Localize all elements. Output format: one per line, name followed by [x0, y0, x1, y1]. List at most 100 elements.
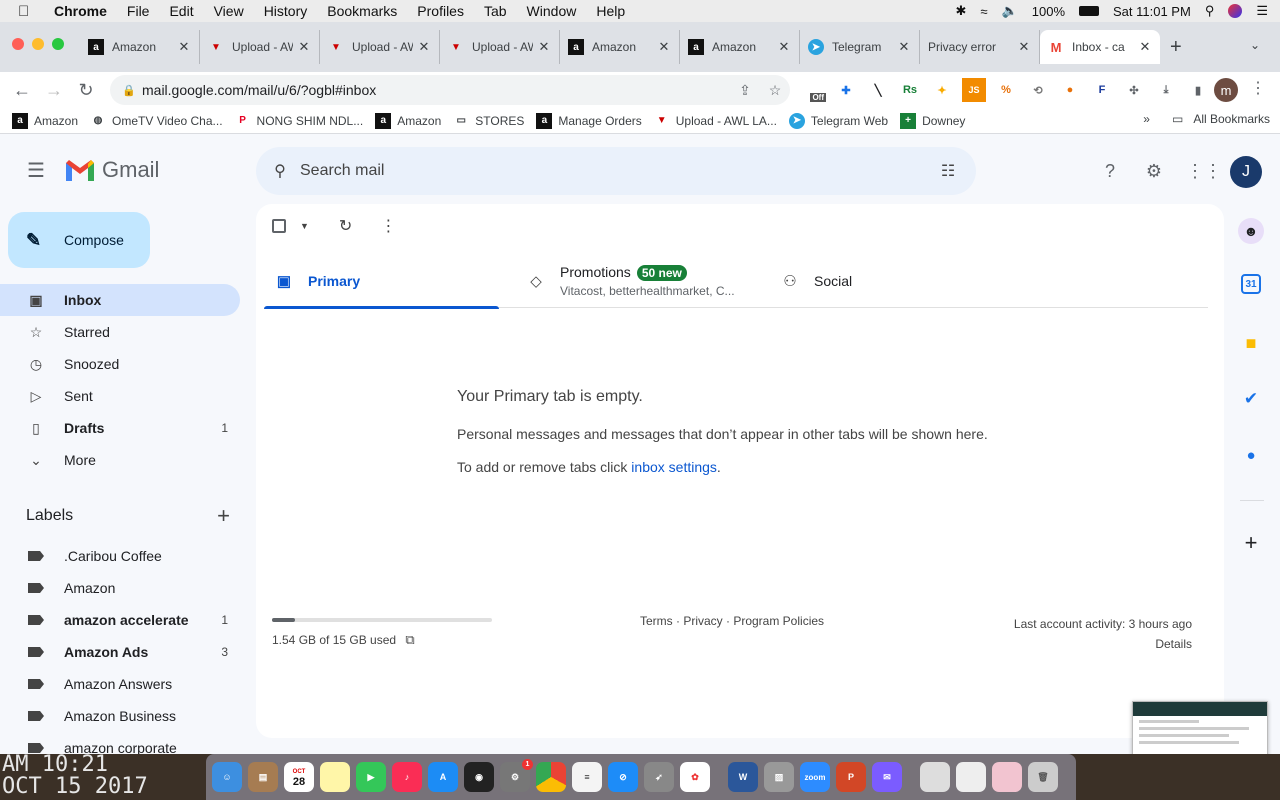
browser-tab[interactable]: ▼ Upload - AWL ✕	[440, 30, 560, 64]
all-bookmarks-folder-icon[interactable]: ▭	[1172, 112, 1183, 126]
word-icon[interactable]: W	[728, 762, 758, 792]
select-options-chevron-icon[interactable]: ▼	[300, 221, 309, 231]
inbox-settings-link[interactable]: inbox settings	[631, 459, 717, 475]
menu-app-name[interactable]: Chrome	[54, 3, 107, 19]
search-bar[interactable]: ⚲ Search mail ☷	[256, 147, 976, 195]
menu-help[interactable]: Help	[596, 3, 625, 19]
account-avatar[interactable]: J	[1230, 156, 1262, 188]
finder-icon[interactable]: ☺	[212, 762, 242, 792]
add-label-icon[interactable]: +	[217, 503, 230, 529]
nav-snoozed[interactable]: ◷ Snoozed	[0, 348, 240, 380]
bookmark-item[interactable]: a Amazon	[375, 112, 441, 129]
all-bookmarks-link[interactable]: All Bookmarks	[1193, 112, 1270, 126]
compose-button[interactable]: ✎ Compose	[8, 212, 150, 268]
browser-tab[interactable]: Privacy error ✕	[920, 30, 1040, 64]
close-tab-icon[interactable]: ✕	[417, 39, 431, 55]
download-icon[interactable]: ⤓	[1154, 78, 1178, 102]
extensions-puzzle-icon[interactable]: ✣	[1122, 78, 1146, 102]
maximize-window-button[interactable]	[52, 38, 64, 50]
search-input[interactable]: Search mail	[300, 162, 936, 180]
facetime-icon[interactable]: ▶	[356, 762, 386, 792]
label-item[interactable]: Amazon Answers	[0, 668, 240, 700]
share-icon[interactable]: ⇪	[730, 82, 760, 99]
nav-inbox[interactable]: ▣ Inbox	[0, 284, 240, 316]
close-window-button[interactable]	[12, 38, 24, 50]
wifi-icon[interactable]: ≈	[980, 4, 987, 19]
menu-profiles[interactable]: Profiles	[417, 3, 464, 19]
spotlight-icon[interactable]: ⚲	[1205, 3, 1215, 19]
extension-f-icon[interactable]: F	[1090, 78, 1114, 102]
label-item[interactable]: .Caribou Coffee	[0, 540, 240, 572]
extension-circle-icon[interactable]: ●	[1058, 78, 1082, 102]
bookmark-item[interactable]: a Amazon	[12, 112, 78, 129]
tab-search-icon[interactable]: ⌄	[1250, 38, 1260, 52]
keep-icon[interactable]: ■	[1238, 330, 1264, 356]
bookmark-item[interactable]: ◍ OmeTV Video Cha...	[90, 113, 223, 129]
siri-icon[interactable]	[1228, 4, 1243, 18]
nav-more[interactable]: ⌄ More	[0, 444, 240, 476]
safari-icon[interactable]: ⊘	[608, 762, 638, 792]
lock-icon[interactable]: 🔒	[122, 84, 136, 97]
refresh-icon[interactable]: ↻	[339, 216, 352, 236]
trash-icon[interactable]: 🗑	[1028, 762, 1058, 792]
main-menu-icon[interactable]: ☰	[24, 159, 48, 183]
chrome-dock-icon[interactable]	[536, 762, 566, 792]
control-center-icon[interactable]: ☰	[1256, 3, 1268, 19]
calendar-app-icon[interactable]: OCT 28	[284, 762, 314, 792]
launchpad-icon[interactable]: ➶	[644, 762, 674, 792]
footer-links[interactable]: Terms · Privacy · Program Policies	[640, 614, 824, 628]
storage-usage[interactable]: 1.54 GB of 15 GB used ⧉	[272, 632, 415, 648]
addon-icon[interactable]: ☻	[1238, 218, 1264, 244]
bookmark-item[interactable]: ▼ Upload - AWL LA...	[654, 113, 777, 129]
label-item[interactable]: Amazon Ads 3	[0, 636, 240, 668]
label-item[interactable]: amazon accelerate 1	[0, 604, 240, 636]
label-item[interactable]: Amazon	[0, 572, 240, 604]
browser-tab[interactable]: ▼ Upload - AWL ✕	[200, 30, 320, 64]
settings-gear-icon[interactable]: ⚙	[1142, 159, 1166, 183]
extension-js-icon[interactable]: JS	[962, 78, 986, 102]
music-icon[interactable]: ♪	[392, 762, 422, 792]
help-icon[interactable]: ?	[1098, 159, 1122, 183]
reminders-icon[interactable]: ≡	[572, 762, 602, 792]
nav-starred[interactable]: ☆ Starred	[0, 316, 240, 348]
notes-icon[interactable]	[320, 762, 350, 792]
browser-tab[interactable]: a Amazon ✕	[560, 30, 680, 64]
apps-grid-icon[interactable]: ⋮⋮	[1186, 159, 1222, 183]
tab-primary[interactable]: ▣ Primary	[264, 254, 499, 309]
tab-social[interactable]: ⚇ Social	[780, 254, 980, 308]
documents-icon[interactable]: ▤	[248, 762, 278, 792]
reload-icon[interactable]: ↻	[72, 80, 100, 101]
menu-history[interactable]: History	[264, 3, 308, 19]
search-options-icon[interactable]: ☷	[936, 161, 960, 181]
gmail-logo[interactable]: Gmail	[64, 157, 159, 183]
more-options-icon[interactable]: ⋮	[380, 216, 396, 236]
browser-tab-active[interactable]: M Inbox - ca ✕	[1040, 30, 1160, 64]
url-text[interactable]: mail.google.com/mail/u/6/?ogbl#inbox	[142, 82, 730, 98]
close-tab-icon[interactable]: ✕	[777, 39, 791, 55]
menu-window[interactable]: Window	[527, 3, 577, 19]
nav-sent[interactable]: ▷ Sent	[0, 380, 240, 412]
menu-view[interactable]: View	[214, 3, 244, 19]
bookmark-item[interactable]: P NONG SHIM NDL...	[235, 113, 363, 129]
close-tab-icon[interactable]: ✕	[177, 39, 191, 55]
extension-rs-icon[interactable]: Rs	[898, 78, 922, 102]
tab-promotions[interactable]: ◇ Promotions 50 new Vitacost, betterhealt…	[526, 254, 756, 308]
menu-bookmarks[interactable]: Bookmarks	[327, 3, 397, 19]
close-tab-icon[interactable]: ✕	[897, 39, 911, 55]
apple-icon[interactable]: 	[18, 3, 40, 20]
document-stack-icon[interactable]	[956, 762, 986, 792]
back-icon[interactable]: ←	[8, 80, 36, 101]
external-link-icon[interactable]: ⧉	[405, 632, 414, 647]
extension-star-icon[interactable]: ✦	[930, 78, 954, 102]
menu-edit[interactable]: Edit	[169, 3, 193, 19]
app-store-icon[interactable]: A	[428, 762, 458, 792]
messenger-icon[interactable]: ✉	[872, 762, 902, 792]
menubar-clock[interactable]: Sat 11:01 PM	[1113, 4, 1191, 19]
activity-details-link[interactable]: Details	[1014, 634, 1192, 654]
menu-file[interactable]: File	[127, 3, 150, 19]
tasks-icon[interactable]: ✔	[1238, 386, 1264, 412]
close-tab-icon[interactable]: ✕	[1017, 39, 1031, 55]
bookmark-item[interactable]: + Downey	[900, 112, 965, 129]
bookmark-star-icon[interactable]: ☆	[760, 82, 790, 99]
get-addons-plus-icon[interactable]: +	[1238, 530, 1264, 556]
